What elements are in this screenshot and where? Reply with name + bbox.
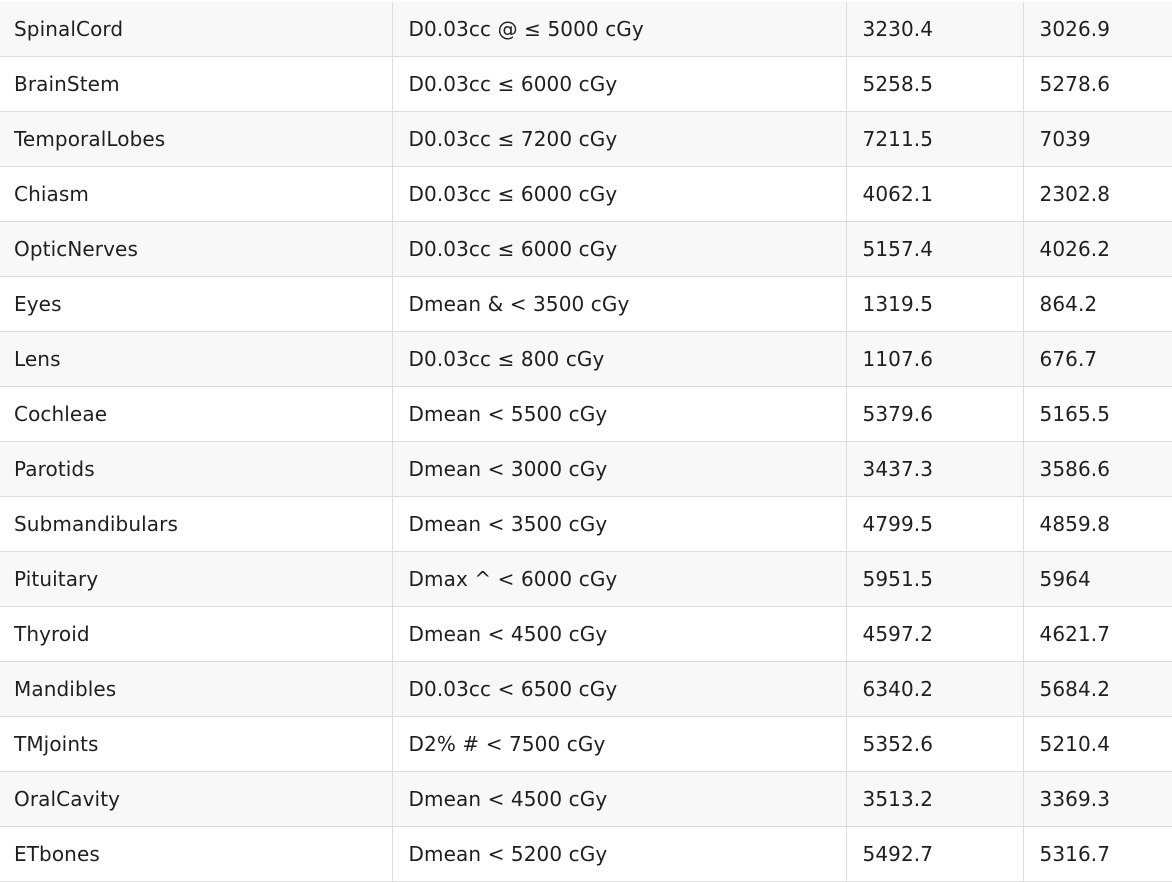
dose-value-cell: 5352.6	[845, 716, 1023, 772]
constraint-cell: D2% # < 7500 cGy	[391, 716, 846, 772]
constraint-cell: Dmean < 5500 cGy	[391, 386, 846, 442]
structure-cell: Thyroid	[0, 606, 392, 662]
dose-value-cell: 3586.6	[1022, 441, 1172, 497]
dose-value-cell: 5278.6	[1022, 56, 1172, 112]
dose-value-cell: 7039	[1022, 111, 1172, 167]
structure-cell: ETbones	[0, 826, 392, 882]
dose-value-cell: 5157.4	[845, 221, 1023, 277]
constraint-cell: Dmean < 3500 cGy	[391, 496, 846, 552]
table-row: Eyes Dmean & < 3500 cGy 1319.5 864.2	[0, 276, 1172, 332]
dose-value-cell: 6340.2	[845, 661, 1023, 717]
dose-value-cell: 4597.2	[845, 606, 1023, 662]
dose-value-cell: 1319.5	[845, 276, 1023, 332]
dose-value-cell: 2302.8	[1022, 166, 1172, 222]
structure-cell: Lens	[0, 331, 392, 387]
constraint-cell: D0.03cc ≤ 7200 cGy	[391, 111, 846, 167]
dose-value-cell: 3026.9	[1022, 2, 1172, 57]
table-row: Lens D0.03cc ≤ 800 cGy 1107.6 676.7	[0, 331, 1172, 387]
table-row: Cochleae Dmean < 5500 cGy 5379.6 5165.5	[0, 386, 1172, 442]
dose-value-cell: 4859.8	[1022, 496, 1172, 552]
dose-constraints-table: SpinalCord D0.03cc @ ≤ 5000 cGy 3230.4 3026…	[0, 2, 1172, 882]
constraint-cell: D0.03cc < 6500 cGy	[391, 661, 846, 717]
table-row: Mandibles D0.03cc < 6500 cGy 6340.2 5684.2	[0, 661, 1172, 717]
constraint-cell: Dmean < 4500 cGy	[391, 606, 846, 662]
table-body: SpinalCord D0.03cc @ ≤ 5000 cGy 3230.4 3026…	[0, 2, 1172, 882]
constraint-cell: Dmean < 5200 cGy	[391, 826, 846, 882]
dose-value-cell: 7211.5	[845, 111, 1023, 167]
structure-cell: Submandibulars	[0, 496, 392, 552]
table-row: TMjoints D2% # < 7500 cGy 5352.6 5210.4	[0, 716, 1172, 772]
dose-value-cell: 4062.1	[845, 166, 1023, 222]
table-row: Chiasm D0.03cc ≤ 6000 cGy 4062.1 2302.8	[0, 166, 1172, 222]
constraint-cell: Dmean < 4500 cGy	[391, 771, 846, 827]
table-row: Parotids Dmean < 3000 cGy 3437.3 3586.6	[0, 441, 1172, 497]
dose-value-cell: 4621.7	[1022, 606, 1172, 662]
dose-value-cell: 1107.6	[845, 331, 1023, 387]
constraint-cell: Dmax ^ < 6000 cGy	[391, 551, 846, 607]
structure-cell: BrainStem	[0, 56, 392, 112]
structure-cell: Parotids	[0, 441, 392, 497]
dose-value-cell: 4026.2	[1022, 221, 1172, 277]
table-row: Pituitary Dmax ^ < 6000 cGy 5951.5 5964	[0, 551, 1172, 607]
constraint-cell: D0.03cc ≤ 800 cGy	[391, 331, 846, 387]
dose-value-cell: 3437.3	[845, 441, 1023, 497]
dose-value-cell: 5492.7	[845, 826, 1023, 882]
constraint-cell: D0.03cc ≤ 6000 cGy	[391, 221, 846, 277]
structure-cell: TemporalLobes	[0, 111, 392, 167]
structure-cell: Pituitary	[0, 551, 392, 607]
structure-cell: OralCavity	[0, 771, 392, 827]
constraint-cell: D0.03cc ≤ 6000 cGy	[391, 56, 846, 112]
constraint-cell: D0.03cc ≤ 6000 cGy	[391, 166, 846, 222]
constraint-cell: Dmean < 3000 cGy	[391, 441, 846, 497]
table-row: ETbones Dmean < 5200 cGy 5492.7 5316.7	[0, 826, 1172, 882]
dose-value-cell: 5210.4	[1022, 716, 1172, 772]
table-row: BrainStem D0.03cc ≤ 6000 cGy 5258.5 5278.6	[0, 56, 1172, 112]
dose-value-cell: 864.2	[1022, 276, 1172, 332]
dose-value-cell: 3513.2	[845, 771, 1023, 827]
dose-value-cell: 5165.5	[1022, 386, 1172, 442]
structure-cell: Chiasm	[0, 166, 392, 222]
dose-value-cell: 4799.5	[845, 496, 1023, 552]
table-row: OralCavity Dmean < 4500 cGy 3513.2 3369.3	[0, 771, 1172, 827]
constraint-cell: Dmean & < 3500 cGy	[391, 276, 846, 332]
dose-value-cell: 676.7	[1022, 331, 1172, 387]
dose-value-cell: 5964	[1022, 551, 1172, 607]
table-row: Submandibulars Dmean < 3500 cGy 4799.5 4859…	[0, 496, 1172, 552]
structure-cell: TMjoints	[0, 716, 392, 772]
structure-cell: OpticNerves	[0, 221, 392, 277]
dose-constraints-table-container: SpinalCord D0.03cc @ ≤ 5000 cGy 3230.4 3026…	[0, 2, 1172, 882]
structure-cell: Mandibles	[0, 661, 392, 717]
table-row: OpticNerves D0.03cc ≤ 6000 cGy 5157.4 4026.…	[0, 221, 1172, 277]
structure-cell: SpinalCord	[0, 2, 392, 57]
dose-value-cell: 5951.5	[845, 551, 1023, 607]
table-row: SpinalCord D0.03cc @ ≤ 5000 cGy 3230.4 3026…	[0, 2, 1172, 57]
table-row: Thyroid Dmean < 4500 cGy 4597.2 4621.7	[0, 606, 1172, 662]
table-row: TemporalLobes D0.03cc ≤ 7200 cGy 7211.5 703…	[0, 111, 1172, 167]
dose-value-cell: 3369.3	[1022, 771, 1172, 827]
structure-cell: Eyes	[0, 276, 392, 332]
dose-value-cell: 5379.6	[845, 386, 1023, 442]
dose-value-cell: 5258.5	[845, 56, 1023, 112]
dose-value-cell: 5316.7	[1022, 826, 1172, 882]
dose-value-cell: 5684.2	[1022, 661, 1172, 717]
dose-value-cell: 3230.4	[845, 2, 1023, 57]
constraint-cell: D0.03cc @ ≤ 5000 cGy	[391, 2, 846, 57]
structure-cell: Cochleae	[0, 386, 392, 442]
